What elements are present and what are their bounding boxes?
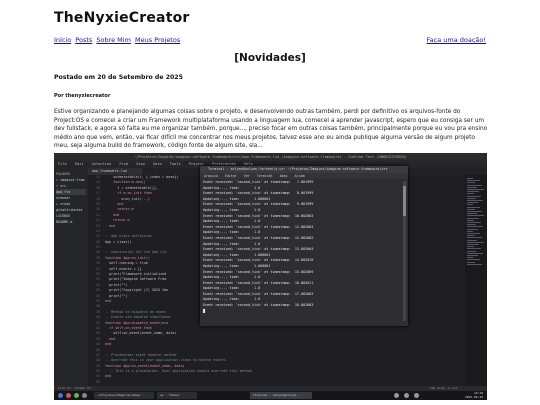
network-icon xyxy=(414,393,419,398)
nav-link-inicio[interactable]: Início xyxy=(54,36,71,44)
menu-selection: Selection xyxy=(91,162,112,166)
files-icon xyxy=(74,393,79,398)
minimap-line xyxy=(467,191,479,193)
minimap-line xyxy=(467,206,480,208)
minimap-line xyxy=(467,248,481,250)
minimap-line xyxy=(467,263,482,265)
terminal-menu-terminal: Terminal xyxy=(256,174,273,178)
minimap-line xyxy=(467,246,474,248)
menu-icon xyxy=(58,393,63,398)
menu-goto: Goto xyxy=(152,162,162,166)
minimap-line xyxy=(467,186,477,188)
menu-find: Find xyxy=(119,162,128,166)
menu-view: View xyxy=(136,162,145,166)
menu-tools: Tools xyxy=(169,162,181,166)
line-number: 52 xyxy=(95,379,100,384)
nav-link-posts[interactable]: Posts xyxy=(75,36,92,44)
minimap-line xyxy=(467,250,476,252)
site-title: TheNyxieCreator xyxy=(54,10,190,26)
terminal-menu-editar: Editar xyxy=(224,174,237,178)
minimap-line xyxy=(467,211,482,212)
minimap-line xyxy=(467,233,480,234)
taskbar-app-terminal: Terminal - selyan@solyan... xyxy=(250,392,312,399)
minimap-line xyxy=(467,224,476,226)
volume-icon xyxy=(404,393,409,398)
notification-icon xyxy=(394,393,399,398)
terminal-output: Event received: 'second_tick' at timesta… xyxy=(200,179,400,326)
terminal-menu-ajuda: Ajuda xyxy=(294,174,305,178)
page-heading: [Novidades] xyxy=(234,52,306,64)
minimap-line xyxy=(467,202,478,204)
minimap-line xyxy=(467,235,475,237)
minimap xyxy=(465,175,487,386)
terminal-menu-arquivo: Arquivo xyxy=(204,174,218,178)
nav-link-sobre-mim[interactable]: Sobre Mim xyxy=(96,36,131,44)
minimap-line xyxy=(467,228,478,230)
post-date: Postado em 20 de Setembro de 2025 xyxy=(54,74,183,81)
menu-edit: Edit xyxy=(74,162,84,166)
app-icon xyxy=(82,393,87,398)
terminal-title: Terminal - selyan@solyan-farthenly-wr: ~… xyxy=(200,166,408,173)
terminal-menu-abas: Abas xyxy=(279,174,288,178)
minimap-line xyxy=(467,200,483,201)
status-position: Line 52, Column 55 xyxy=(58,386,91,390)
sidebar-item: README.m xyxy=(56,220,73,224)
minimap-line xyxy=(467,213,477,215)
minimap-line xyxy=(467,222,481,223)
taskbar-app-editor: ~/Projetos/Imagine/imagi... xyxy=(94,392,154,399)
minimap-line xyxy=(467,230,473,232)
minimap-line xyxy=(467,261,475,263)
menu-file: File xyxy=(58,162,67,166)
minimap-line xyxy=(467,257,473,259)
minimap-line xyxy=(467,255,478,256)
minimap-line xyxy=(467,237,482,239)
taskbar-clock: 19:18 2025-09-20 xyxy=(464,391,483,399)
post-body: Estive organizando e planejando algumas … xyxy=(54,109,488,150)
clock-date: 2025-09-20 xyxy=(464,394,483,399)
minimap-line xyxy=(467,184,482,186)
minimap-line xyxy=(467,239,477,241)
minimap-line xyxy=(467,180,480,182)
minimap-line xyxy=(467,215,484,217)
editor-window-title: ~/Projetos/Imagine/imagine-software-fram… xyxy=(54,153,487,161)
main-nav: Início Posts Sobre Mim Meus Projetos xyxy=(54,36,182,44)
editor-tab: app_framework.lua xyxy=(88,168,142,175)
minimap-line xyxy=(467,182,475,184)
editor-screenshot: ~/Projetos/Imagine/imagine-software-fram… xyxy=(54,153,487,400)
minimap-line xyxy=(467,226,483,228)
minimap-line xyxy=(467,244,479,245)
minimap-line xyxy=(467,197,476,199)
terminal-scroll-thumb xyxy=(403,186,406,216)
minimap-line xyxy=(467,252,483,254)
code-line: -- This is a placeholder. User applicati… xyxy=(105,369,252,374)
minimap-line xyxy=(467,189,484,190)
minimap-line xyxy=(467,193,474,195)
post-author: Por thenyxiecreator xyxy=(54,93,111,99)
nav-link-meus-projetos[interactable]: Meus Projetos xyxy=(135,36,180,44)
minimap-line xyxy=(467,241,484,243)
terminal-window: Terminal - selyan@solyan-farthenly-wr: ~… xyxy=(200,166,408,326)
editor-sidebar: FOLDERS ▾ imagine-fram ▾ src app_fra sta… xyxy=(54,168,88,386)
line-number-gutter: 14 15 16 17 18 19 20 21 22 23 24 25 26 27 28 29 30 31 32 33… xyxy=(88,175,102,386)
minimap-line xyxy=(467,204,473,206)
minimap-line xyxy=(467,259,480,261)
terminal-menu-ver: Ver xyxy=(243,174,250,178)
minimap-line xyxy=(467,219,474,221)
donate-link[interactable]: Faça uma doação! xyxy=(427,36,486,44)
minimap-line xyxy=(467,217,479,219)
browser-icon xyxy=(66,393,71,398)
taskbar: ~/Projetos/Imagine/imagi... ws - Thunar … xyxy=(54,391,487,400)
minimap-line xyxy=(467,208,475,210)
minimap-line xyxy=(467,195,481,197)
minimap-line xyxy=(467,178,473,179)
taskbar-app-thunar: ws - Thunar xyxy=(157,392,197,399)
terminal-line: █ xyxy=(203,308,206,313)
